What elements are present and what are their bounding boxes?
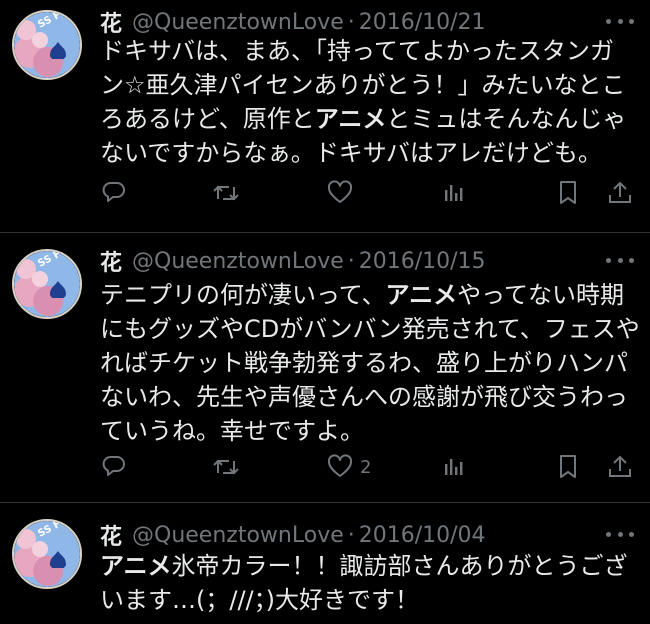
text-run: 氷帝カラー！！諏訪部さんありがとうござ — [171, 552, 628, 580]
tweet-text-line: ればチケット戦争勃発するわ、盛り上がりハンパ — [100, 346, 636, 380]
views-button[interactable] — [440, 450, 468, 484]
bookmark-button[interactable] — [554, 450, 582, 484]
retweet-button[interactable] — [212, 176, 240, 210]
retweet-button[interactable] — [212, 450, 240, 484]
text-run: ればチケット戦争勃発するわ、盛り上がりハンパ — [100, 349, 628, 377]
heart-icon — [327, 180, 353, 203]
retweet-icon — [213, 185, 239, 201]
more-icon[interactable] — [606, 14, 634, 28]
tweet-header: 花 @QueenztownLove · 2016/10/21 — [100, 7, 486, 38]
tweet[interactable]: SS Final 花 @QueenztownLove · 2016/10/15 … — [0, 232, 650, 502]
text-run: やってない時期 — [457, 281, 624, 309]
tweet-header: 花 @QueenztownLove · 2016/10/15 — [100, 245, 486, 277]
share-button[interactable] — [606, 176, 634, 210]
more-icon[interactable] — [606, 253, 634, 267]
tweet-date[interactable]: 2016/10/15 — [359, 249, 486, 274]
tweet[interactable]: SS Final 花 @QueenztownLove · 2016/10/04 … — [0, 502, 650, 624]
avatar[interactable]: SS Final — [12, 249, 82, 319]
views-button[interactable] — [440, 176, 468, 210]
heart-button[interactable]: 2 — [326, 450, 371, 484]
text-run: ないですからなぁ。ドキサバはアレだけども。 — [100, 139, 602, 167]
share-icon — [609, 455, 631, 477]
text-run: とミュはそんなんじゃ — [386, 105, 627, 133]
heart-button[interactable] — [326, 176, 354, 210]
tweet-date[interactable]: 2016/10/21 — [359, 10, 486, 35]
text-run: ていうね。幸せですよ。 — [100, 417, 364, 445]
share-button[interactable] — [606, 450, 634, 484]
bookmark-button[interactable] — [554, 176, 582, 210]
tweet-text-line: ないわ、先生や声優さんへの感謝が飛び交うわっ — [100, 380, 636, 414]
tweet-actions — [100, 176, 634, 210]
reply-icon — [102, 182, 125, 202]
tweet-text-line: ていうね。幸せですよ。 — [100, 414, 636, 448]
highlight-text: アニメ — [100, 552, 172, 580]
text-run: ドキサバは、まあ、「持っててよかったスタンガ — [100, 37, 614, 65]
text-run: にもグッズやCDがバンバン発売されて、フェスや — [100, 315, 640, 343]
tweet-text: テニプリの何が凄いって、アニメやってない時期にもグッズやCDがバンバン発売されて… — [100, 278, 640, 448]
views-icon — [445, 459, 463, 475]
text-run: テニプリの何が凄いって、 — [100, 281, 386, 309]
tweet-actions: 2 — [100, 450, 634, 484]
highlight-text: アニメ — [385, 281, 458, 309]
separator: · — [347, 248, 355, 274]
user-handle[interactable]: @QueenztownLove — [132, 249, 344, 274]
display-name[interactable]: 花 — [100, 245, 122, 277]
like-count: 2 — [360, 456, 372, 478]
highlight-text: アニメ — [314, 105, 387, 133]
text-run: います…(；///；)大好きです！ — [100, 586, 419, 614]
tweet-text-line: にもグッズやCDがバンバン発売されて、フェスや — [100, 312, 640, 346]
reply-button[interactable] — [100, 450, 128, 484]
avatar[interactable]: SS Final — [12, 10, 82, 80]
retweet-icon — [213, 459, 239, 475]
tweet-text-line: ドキサバは、まあ、「持っててよかったスタンガ — [100, 34, 636, 68]
separator: · — [347, 9, 355, 35]
display-name[interactable]: 花 — [100, 519, 122, 551]
more-icon[interactable] — [606, 527, 634, 541]
reply-button[interactable] — [100, 176, 128, 210]
separator: · — [347, 522, 355, 548]
tweet[interactable]: SS Final 花 @QueenztownLove · 2016/10/21 … — [0, 0, 650, 232]
tweet-text: アニメ氷帝カラー！！諏訪部さんありがとうございます…(；///；)大好きです！ — [100, 549, 636, 617]
tweet-text: ドキサバは、まあ、「持っててよかったスタンガ ン☆亜久津パイセンありがとう！」みた… — [100, 34, 636, 170]
text-run: ろあるけど、原作と — [100, 105, 315, 133]
bookmark-icon — [560, 455, 576, 478]
tweet-text-line: ろあるけど、原作とアニメとミュはそんなんじゃ — [100, 102, 636, 136]
views-icon — [445, 185, 463, 201]
text-run: ン☆亜久津パイセンありがとう！」みたいなとこ — [100, 71, 626, 99]
tweet-text-line: ないですからなぁ。ドキサバはアレだけども。 — [100, 136, 636, 170]
tweet-text-line: います…(；///；)大好きです！ — [100, 583, 636, 617]
text-run: ないわ、先生や声優さんへの感謝が飛び交うわっ — [100, 383, 628, 411]
tweet-text-line: アニメ氷帝カラー！！諏訪部さんありがとうござ — [100, 549, 636, 583]
tweet-text-line: テニプリの何が凄いって、アニメやってない時期 — [100, 278, 636, 312]
tweet-text-line: ン☆亜久津パイセンありがとう！」みたいなとこ — [100, 68, 636, 102]
user-handle[interactable]: @QueenztownLove — [132, 523, 344, 548]
bookmark-icon — [560, 181, 576, 204]
user-handle[interactable]: @QueenztownLove — [132, 10, 344, 35]
tweet-header: 花 @QueenztownLove · 2016/10/04 — [100, 519, 486, 551]
share-icon — [609, 181, 631, 203]
reply-icon — [102, 456, 125, 476]
avatar[interactable]: SS Final — [12, 519, 82, 589]
tweet-date[interactable]: 2016/10/04 — [359, 523, 486, 548]
heart-icon — [327, 454, 353, 477]
